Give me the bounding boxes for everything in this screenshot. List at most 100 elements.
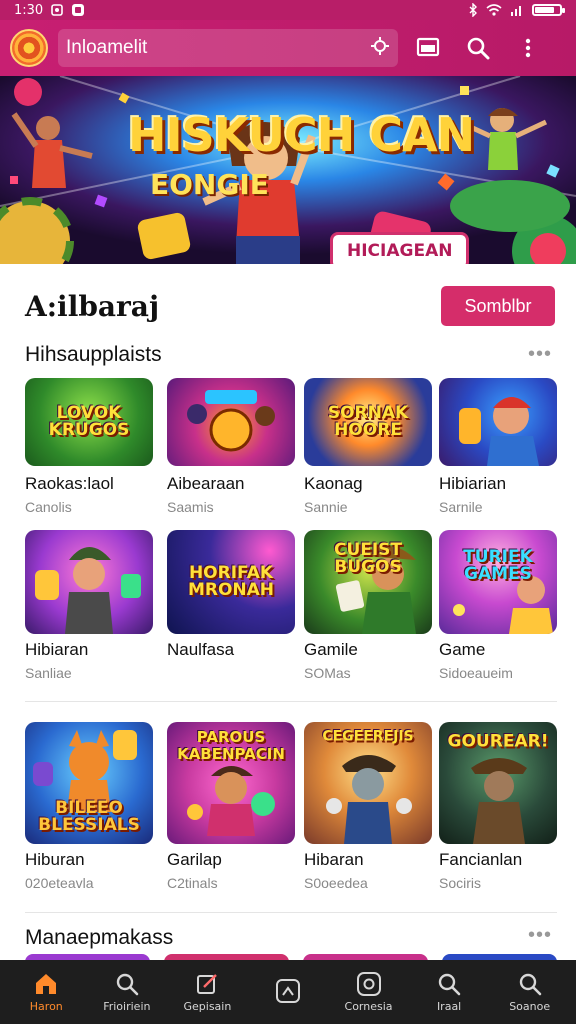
game-thumbnail[interactable]: CUEIST BUGOS <box>304 530 432 634</box>
game-thumbnail[interactable]: CEGEEREJIS <box>304 722 432 844</box>
app-square-icon <box>275 978 301 1004</box>
search-icon[interactable] <box>458 28 498 68</box>
more-vert-icon[interactable] <box>508 28 548 68</box>
edit-icon <box>195 971 219 997</box>
game-title: Garilap <box>167 850 222 869</box>
thumbnail-art <box>35 547 141 634</box>
banner-badge[interactable]: HICIAGEAN <box>330 232 470 264</box>
search-icon <box>437 971 461 997</box>
game-thumbnail[interactable] <box>25 530 153 634</box>
nav-label: Iraal <box>436 1000 462 1013</box>
game-card[interactable]: Aibearaan Saamis <box>167 378 295 515</box>
nav-search[interactable]: Iraal <box>412 971 486 1013</box>
cast-icon[interactable] <box>408 28 448 68</box>
game-card[interactable]: TURIEK GAMES Game Sidoeaueim <box>439 530 557 681</box>
game-subtitle: Sarnile <box>439 499 483 515</box>
game-subtitle: C2tinals <box>167 875 218 891</box>
thumbnail-text: TURIEK GAMES <box>463 547 533 585</box>
message-icon <box>71 3 85 17</box>
nav-label: Haron <box>29 1000 63 1013</box>
divider <box>25 912 557 913</box>
game-title: Hiburan <box>25 850 85 869</box>
divider <box>25 701 557 702</box>
target-icon <box>356 971 382 997</box>
game-subtitle: Sanliae <box>25 665 72 681</box>
app-logo[interactable] <box>10 29 48 67</box>
game-subtitle: Sociris <box>439 875 482 891</box>
signal-icon <box>510 4 524 16</box>
game-thumbnail[interactable]: SORNAK HOORE <box>304 378 432 466</box>
hero-banner[interactable]: HISKUCH CAN EONGIE HICIAGEAN <box>0 76 576 264</box>
nav-home[interactable]: Haron <box>9 971 83 1013</box>
section-title: A:ilbaraj <box>25 290 160 323</box>
thumbnail-text: GOUREAR! <box>447 731 549 752</box>
game-thumbnail[interactable]: LOVOK KRUGOS <box>25 378 153 466</box>
game-thumbnail[interactable] <box>167 378 295 466</box>
settings-icon[interactable] <box>370 36 390 61</box>
game-title: Fancianlan <box>439 850 523 869</box>
nav-label: Cornesia <box>344 1000 393 1013</box>
game-card[interactable]: Hibiaran Sanliae <box>25 530 153 681</box>
thumbnail-text: BILEEO BLESSIALS <box>38 798 140 836</box>
game-thumbnail[interactable]: PAROUS KABENPACIN <box>167 722 295 844</box>
game-thumbnail[interactable] <box>439 378 557 466</box>
game-card[interactable]: LOVOK KRUGOS Raokas:laol Canolis <box>25 378 153 515</box>
nav-app[interactable] <box>251 978 325 1007</box>
game-title: Aibearaan <box>167 474 245 493</box>
thumbnail-text: CUEIST BUGOS <box>333 540 403 578</box>
nav-target[interactable]: Cornesia <box>332 971 406 1013</box>
battery-icon <box>532 4 565 16</box>
home-icon <box>33 971 59 997</box>
search-icon <box>115 971 139 997</box>
game-subtitle: Sidoeaueim <box>439 665 513 681</box>
more-icon[interactable]: ••• <box>528 343 552 366</box>
game-subtitle: S0oeedea <box>304 875 368 891</box>
game-thumbnail[interactable]: GOUREAR! <box>439 722 557 844</box>
game-title: Hibiarian <box>439 474 507 493</box>
game-card[interactable]: Hibiarian Sarnile <box>439 378 557 515</box>
nav-edit[interactable]: Gepisain <box>170 971 244 1013</box>
banner-artwork <box>0 76 576 264</box>
search-bar[interactable] <box>58 29 398 67</box>
game-subtitle: 020eteavla <box>25 875 94 891</box>
thumbnail-art <box>187 390 275 452</box>
section-action-button[interactable]: Somblbr <box>441 286 555 326</box>
nav-label: Soanoe <box>509 1000 551 1013</box>
game-title: Kaonag <box>304 474 363 493</box>
more-icon[interactable]: ••• <box>528 924 552 947</box>
game-title: Hibiaran <box>25 640 89 659</box>
game-subtitle: Canolis <box>25 499 72 515</box>
game-thumbnail[interactable]: TURIEK GAMES <box>439 530 557 634</box>
game-thumbnail[interactable]: BILEEO BLESSIALS <box>25 722 153 844</box>
game-title: Gamile <box>304 640 358 659</box>
game-subtitle: SOMas <box>304 665 351 681</box>
status-bar: 1:30 <box>0 0 576 20</box>
bottom-navigation: Haron Frioiriein Gepisain Cornesia Iraal <box>0 960 576 1024</box>
search-input[interactable] <box>66 37 364 59</box>
app-bar <box>0 20 576 76</box>
game-card[interactable]: CUEIST BUGOS Gamile SOMas <box>304 530 432 681</box>
game-card[interactable]: CEGEEREJIS Hibaran S0oeedea <box>304 722 432 891</box>
thumbnail-art <box>459 397 539 466</box>
game-subtitle: Saamis <box>167 499 214 515</box>
thumbnail-text: LOVOK KRUGOS <box>48 403 130 440</box>
game-card[interactable]: PAROUS KABENPACIN Garilap C2tinals <box>167 722 295 891</box>
bluetooth-icon <box>468 3 478 17</box>
game-card[interactable]: HORIFAK MRONAH Naulfasa <box>167 530 295 665</box>
thumbnail-text: SORNAK HOORE <box>327 403 409 440</box>
banner-title: HISKUCH CAN <box>128 108 475 162</box>
game-title: Raokas:laol <box>25 474 114 493</box>
nav-search-2[interactable]: Soanoe <box>493 971 567 1013</box>
status-time: 1:30 <box>14 2 44 18</box>
thumbnail-text: CEGEEREJIS <box>322 728 414 745</box>
game-thumbnail[interactable]: HORIFAK MRONAH <box>167 530 295 634</box>
game-title: Game <box>439 640 486 659</box>
subsection-title: Hihsaupplaists <box>25 343 162 366</box>
game-card[interactable]: GOUREAR! Fancianlan Sociris <box>439 722 557 891</box>
game-subtitle: Sannie <box>304 499 348 515</box>
photo-icon <box>51 4 64 16</box>
game-card[interactable]: SORNAK HOORE Kaonag Sannie <box>304 378 432 515</box>
nav-discover[interactable]: Frioiriein <box>90 971 164 1013</box>
game-card[interactable]: BILEEO BLESSIALS Hiburan 020eteavla <box>25 722 153 891</box>
nav-label: Gepisain <box>183 1000 232 1013</box>
